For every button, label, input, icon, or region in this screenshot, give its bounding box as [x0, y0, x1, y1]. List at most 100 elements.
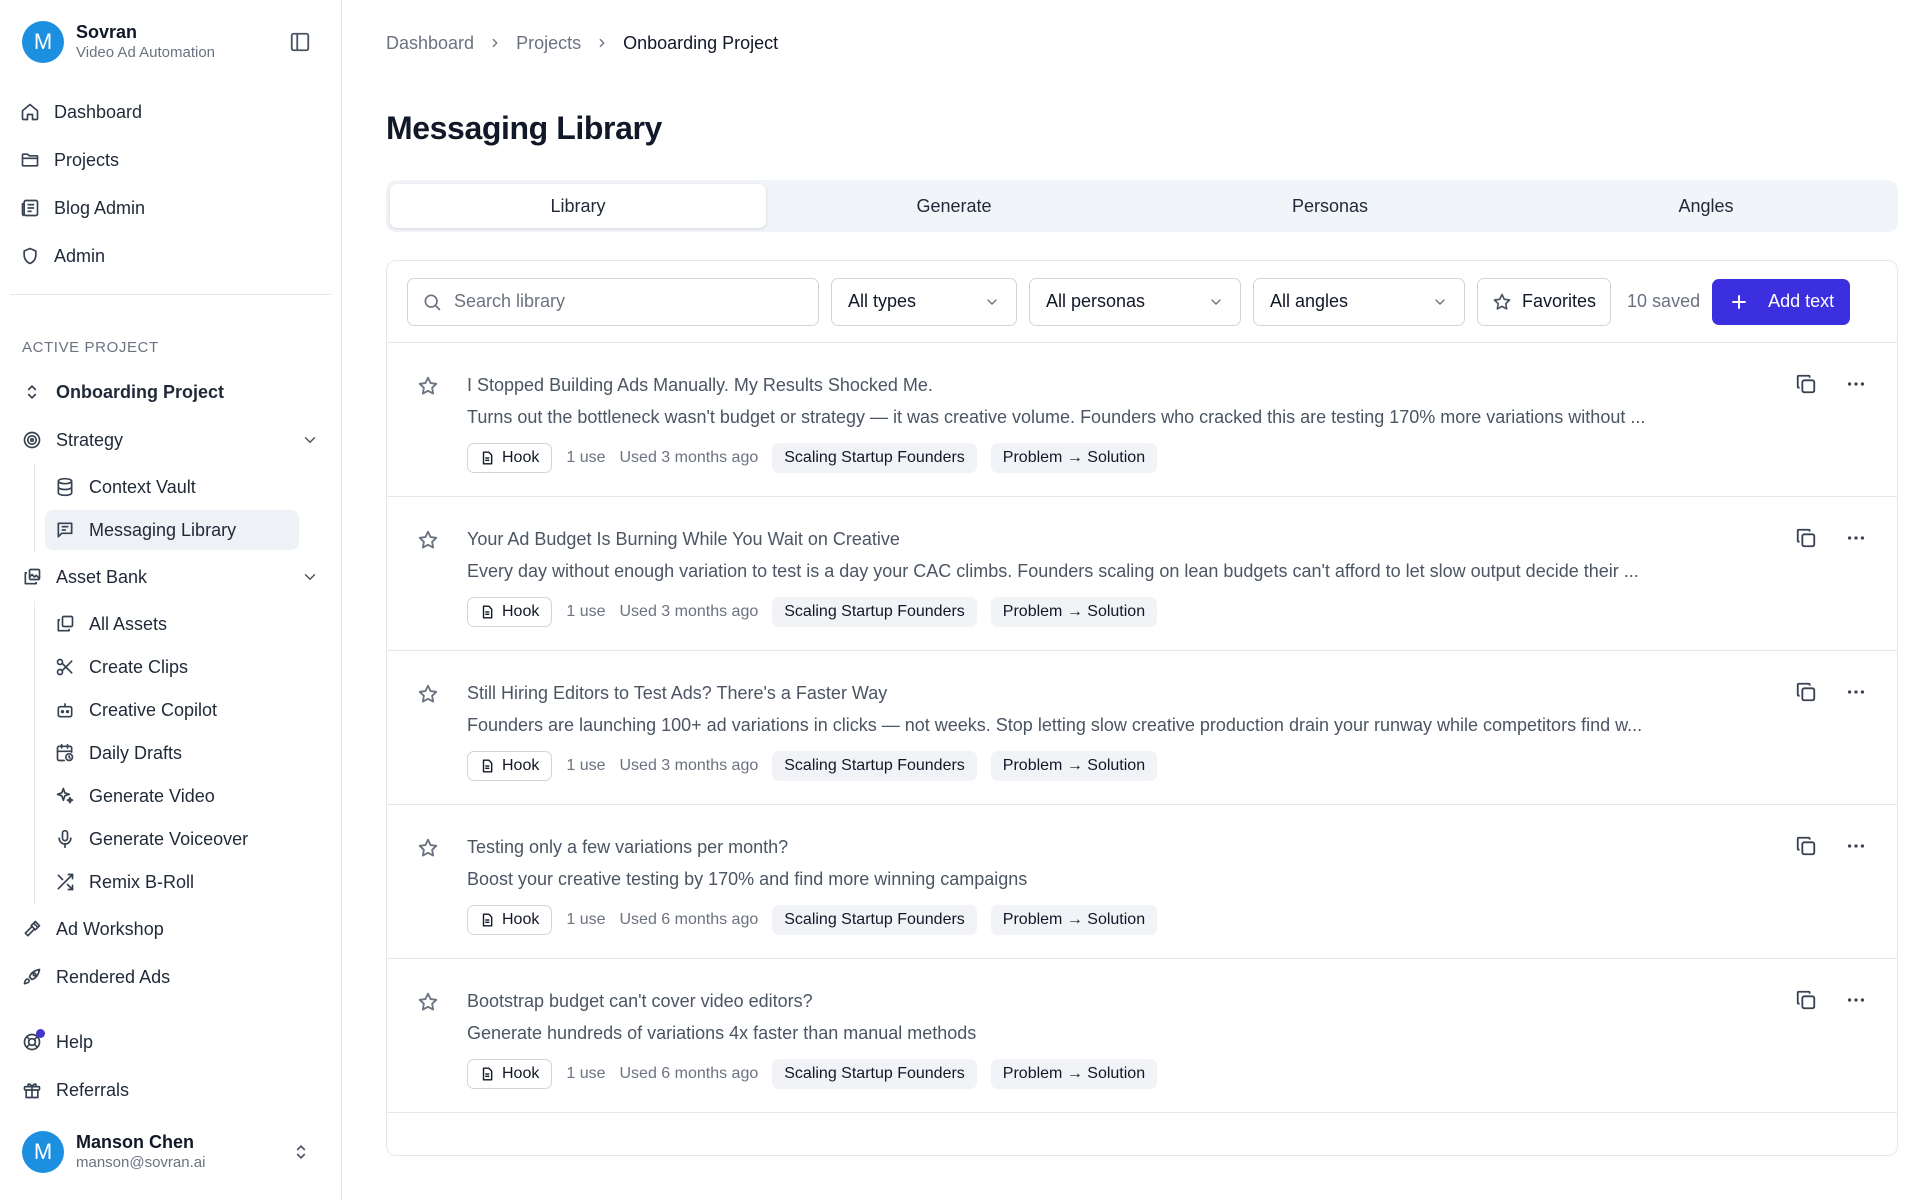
- copy-icon[interactable]: [1795, 373, 1817, 395]
- tab-angles[interactable]: Angles: [1518, 184, 1894, 228]
- copy-icon[interactable]: [1795, 527, 1817, 549]
- brand-name: Sovran: [76, 22, 138, 43]
- item-meta: Hook 1 use Used 3 months ago Scaling Sta…: [467, 597, 1757, 627]
- nav-item-context-vault[interactable]: Context Vault: [45, 467, 329, 507]
- item-description: Turns out the bottleneck wasn't budget o…: [467, 407, 1646, 427]
- item-type-badge: Hook: [467, 751, 553, 781]
- nav-item-projects[interactable]: Projects: [10, 136, 331, 184]
- item-body: Still Hiring Editors to Test Ads? There'…: [467, 681, 1877, 804]
- brand-subtitle: Video Ad Automation: [76, 43, 215, 61]
- search-input[interactable]: [454, 291, 804, 312]
- calendar-clock-icon: [55, 743, 75, 763]
- nav-item-generate-voiceover[interactable]: Generate Voiceover: [45, 819, 329, 859]
- more-horizontal-icon[interactable]: [1845, 835, 1867, 857]
- nav-item-referrals[interactable]: Referrals: [12, 1066, 329, 1114]
- folder-icon: [20, 150, 40, 170]
- more-horizontal-icon[interactable]: [1845, 681, 1867, 703]
- tab-bar: Library Generate Personas Angles: [386, 180, 1898, 232]
- nav-label: Context Vault: [89, 476, 196, 497]
- item-last-used: Used 6 months ago: [619, 911, 759, 928]
- nav-item-rendered-ads[interactable]: Rendered Ads: [12, 953, 329, 1001]
- tab-library[interactable]: Library: [390, 184, 766, 228]
- favorites-label: Favorites: [1522, 291, 1597, 311]
- library-item[interactable]: Your Ad Budget Is Burning While You Wait…: [387, 497, 1897, 651]
- breadcrumb-dashboard[interactable]: Dashboard: [386, 33, 474, 54]
- copy-icon[interactable]: [1795, 989, 1817, 1011]
- library-item[interactable]: Testing only a few variations per month?…: [387, 805, 1897, 959]
- tab-generate[interactable]: Generate: [766, 184, 1142, 228]
- nav-item-daily-drafts[interactable]: Daily Drafts: [45, 733, 329, 773]
- item-last-used: Used 3 months ago: [619, 449, 759, 466]
- nav-group-asset-bank[interactable]: Asset Bank: [12, 553, 329, 601]
- item-type: Hook: [502, 603, 540, 620]
- nav-item-messaging-library[interactable]: Messaging Library: [45, 510, 299, 550]
- workspace-avatar: M: [22, 21, 64, 63]
- nav-item-generate-video[interactable]: Generate Video: [45, 776, 329, 816]
- nav-item-create-clips[interactable]: Create Clips: [45, 647, 329, 687]
- user-menu[interactable]: M Manson Chen manson@sovran.ai: [12, 1114, 329, 1190]
- bot-icon: [55, 700, 75, 720]
- angle-filter-select[interactable]: All angles: [1253, 277, 1465, 326]
- nav-item-all-assets[interactable]: All Assets: [45, 604, 329, 644]
- copy-icon[interactable]: [1795, 681, 1817, 703]
- persona-filter-select[interactable]: All personas: [1029, 277, 1241, 326]
- brand-header[interactable]: M Sovran Video Ad Automation: [12, 0, 329, 84]
- more-horizontal-icon[interactable]: [1845, 373, 1867, 395]
- item-uses: 1 use: [566, 911, 606, 928]
- nav-label: Create Clips: [89, 656, 189, 677]
- favorite-star-icon[interactable]: [417, 529, 439, 551]
- search-box[interactable]: [407, 277, 819, 326]
- add-text-button[interactable]: Add text: [1712, 278, 1851, 325]
- library-item[interactable]: Bootstrap budget can't cover video edito…: [387, 959, 1897, 1113]
- nav-label: Help: [56, 1031, 94, 1052]
- type-filter-select[interactable]: All types: [831, 277, 1017, 326]
- gallery-icon: [22, 567, 42, 587]
- persona-filter-value: All personas: [1046, 291, 1146, 311]
- nav-item-blog-admin[interactable]: Blog Admin: [10, 184, 331, 232]
- type-filter-value: All types: [848, 291, 917, 311]
- message-square-text-icon: [55, 520, 75, 540]
- favorite-star-icon[interactable]: [417, 837, 439, 859]
- nav-label: Blog Admin: [54, 197, 146, 218]
- breadcrumb-current: Onboarding Project: [623, 32, 779, 53]
- item-meta: Hook 1 use Used 3 months ago Scaling Sta…: [467, 751, 1757, 781]
- more-horizontal-icon[interactable]: [1845, 527, 1867, 549]
- nav-item-creative-copilot[interactable]: Creative Copilot: [45, 690, 329, 730]
- nav-item-remix-b-roll[interactable]: Remix B-Roll: [45, 862, 329, 902]
- library-item[interactable]: I Stopped Building Ads Manually. My Resu…: [387, 343, 1897, 497]
- user-text: Manson Chen manson@sovran.ai: [76, 1131, 279, 1172]
- item-type: Hook: [502, 449, 540, 466]
- project-switcher[interactable]: Onboarding Project: [12, 368, 329, 416]
- sidebar-toggle-icon[interactable]: [289, 31, 311, 53]
- item-uses: 1 use: [566, 1065, 606, 1082]
- newspaper-icon: [20, 198, 40, 218]
- item-actions: [1795, 681, 1867, 703]
- copy-icon[interactable]: [1795, 835, 1817, 857]
- item-uses: 1 use: [566, 449, 606, 466]
- breadcrumb-projects[interactable]: Projects: [516, 33, 581, 54]
- item-uses: 1 use: [566, 757, 606, 774]
- item-angle-tag: Problem → Solution: [990, 597, 1158, 627]
- nav-item-ad-workshop[interactable]: Ad Workshop: [12, 905, 329, 953]
- item-title: Bootstrap budget can't cover video edito…: [467, 991, 813, 1011]
- item-persona-tag: Scaling Startup Founders: [772, 905, 977, 935]
- favorite-star-icon[interactable]: [417, 991, 439, 1013]
- favorite-star-icon[interactable]: [417, 375, 439, 397]
- item-description: Generate hundreds of variations 4x faste…: [467, 1023, 977, 1043]
- nav-item-dashboard[interactable]: Dashboard: [10, 88, 331, 136]
- star-icon: [1492, 292, 1512, 312]
- nav-group-strategy[interactable]: Strategy: [12, 416, 329, 464]
- nav-group-label: Asset Bank: [56, 566, 148, 587]
- nav-item-help[interactable]: Help: [12, 1018, 329, 1066]
- nav-item-admin[interactable]: Admin: [10, 232, 331, 280]
- favorites-button[interactable]: Favorites: [1477, 277, 1612, 326]
- tab-personas[interactable]: Personas: [1142, 184, 1518, 228]
- library-item[interactable]: Still Hiring Editors to Test Ads? There'…: [387, 651, 1897, 805]
- item-actions: [1795, 373, 1867, 395]
- item-description: Every day without enough variation to te…: [467, 561, 1639, 581]
- nav-label: Generate Voiceover: [89, 828, 249, 849]
- favorite-star-icon[interactable]: [417, 683, 439, 705]
- item-type: Hook: [502, 1065, 540, 1082]
- library-panel: All types All personas All angles Favori…: [386, 260, 1898, 1156]
- more-horizontal-icon[interactable]: [1845, 989, 1867, 1011]
